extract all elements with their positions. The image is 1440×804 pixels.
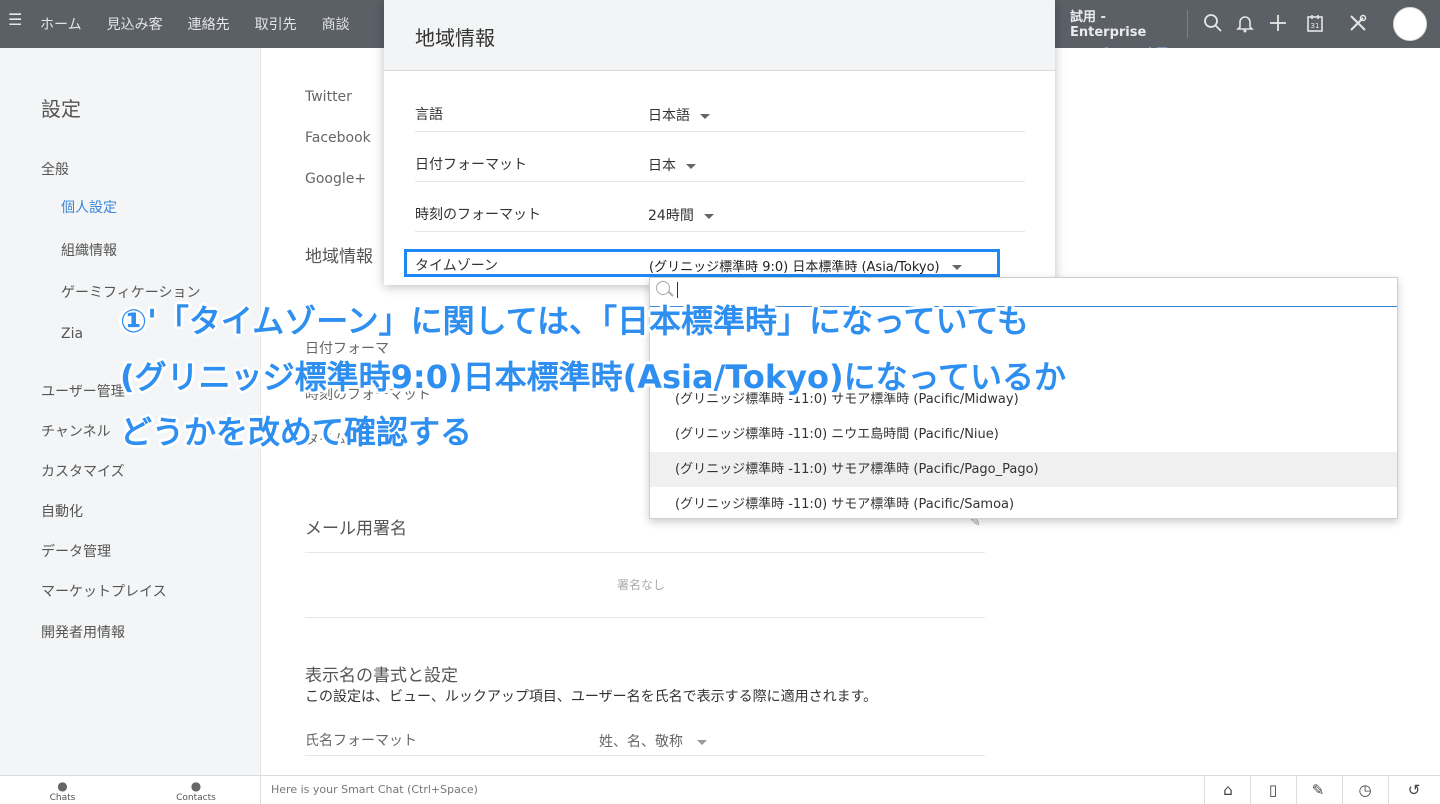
chat-bubble-icon: ● bbox=[57, 779, 68, 793]
svg-text:31: 31 bbox=[1311, 22, 1320, 30]
settings-tools-icon[interactable] bbox=[1347, 13, 1369, 35]
contacts-button[interactable]: ● Contacts bbox=[170, 776, 222, 803]
divider bbox=[1296, 776, 1297, 804]
plus-icon[interactable] bbox=[1267, 13, 1289, 35]
divider bbox=[415, 131, 1025, 132]
time-format-label: 時刻のフォーマット bbox=[415, 207, 541, 223]
timezone-row-highlight[interactable]: タイムゾーン (グリニッジ標準時 9:0) 日本標準時 (Asia/Tokyo) bbox=[404, 249, 1000, 277]
language-value: 日本語 bbox=[648, 108, 690, 124]
sidebar-item-automation[interactable]: 自動化 bbox=[41, 501, 83, 521]
divider bbox=[415, 181, 1025, 182]
avatar[interactable] bbox=[1393, 7, 1427, 41]
modal-title: 地域情報 bbox=[415, 26, 495, 50]
sidebar-item-zia[interactable]: Zia bbox=[61, 326, 83, 342]
name-format-label: 氏名フォーマット bbox=[305, 733, 417, 749]
timezone-value: (グリニッジ標準時 9:0) 日本標準時 (Asia/Tokyo) bbox=[649, 260, 940, 275]
sidebar-item-developer[interactable]: 開発者用情報 bbox=[41, 622, 125, 642]
divider bbox=[260, 776, 261, 804]
nav-leads[interactable]: 見込み客 bbox=[107, 14, 163, 34]
person-icon: ● bbox=[190, 779, 202, 793]
social-google: Google+ bbox=[305, 171, 367, 187]
contacts-label: Contacts bbox=[176, 793, 216, 803]
time-format-select[interactable]: 24時間 bbox=[648, 205, 714, 225]
chevron-down-icon bbox=[951, 265, 962, 270]
divider bbox=[305, 617, 985, 618]
menu-icon[interactable]: ☰ bbox=[8, 12, 24, 28]
gamepad-icon[interactable]: ⌂ bbox=[1218, 780, 1238, 800]
language-select[interactable]: 日本語 bbox=[648, 105, 710, 125]
social-facebook: Facebook bbox=[305, 130, 371, 146]
calendar-icon[interactable]: 31 bbox=[1304, 13, 1326, 35]
date-format-select[interactable]: 日本 bbox=[648, 155, 696, 175]
nav-deals[interactable]: 商談 bbox=[322, 14, 350, 34]
signature-empty-text: 署名なし bbox=[617, 578, 666, 592]
main-nav: ホーム 見込み客 連絡先 取引先 商談 bbox=[40, 0, 375, 48]
sidebar-item-customize[interactable]: カスタマイズ bbox=[41, 461, 125, 481]
locale-modal: 地域情報 言語 日本語 日付フォーマット 日本 時刻のフォーマット 24時間 bbox=[384, 0, 1055, 285]
sidebar-item-users[interactable]: ユーザー管理 bbox=[41, 381, 125, 401]
nav-contacts[interactable]: 連絡先 bbox=[188, 14, 230, 34]
divider bbox=[415, 231, 1025, 232]
chevron-down-icon bbox=[686, 163, 696, 169]
chevron-down-icon bbox=[697, 739, 707, 745]
social-twitter: Twitter bbox=[305, 89, 352, 105]
language-label: 言語 bbox=[415, 107, 443, 123]
divider bbox=[1342, 776, 1343, 804]
display-name-title: 表示名の書式と設定 bbox=[305, 666, 458, 686]
timezone-option[interactable]: (グリニッジ標準時 -11:0) ニウエ島時間 (Pacific/Niue) bbox=[650, 417, 1397, 452]
sidebar-group-general[interactable]: 全般 bbox=[41, 159, 69, 179]
name-format-select[interactable]: 姓、名、敬称 bbox=[599, 731, 707, 751]
divider bbox=[1388, 776, 1389, 804]
sidebar-item-company-details[interactable]: 組織情報 bbox=[61, 240, 117, 260]
timezone-option[interactable]: (グリニッジ標準時 -11:0) サモア標準時 (Pacific/Samoa) bbox=[650, 487, 1397, 518]
translate-icon[interactable]: ✎ bbox=[1308, 780, 1328, 800]
time-format-value: 24時間 bbox=[648, 208, 694, 224]
sidebar-item-data-admin[interactable]: データ管理 bbox=[41, 541, 111, 561]
chevron-down-icon bbox=[700, 113, 710, 119]
sidebar-item-marketplace[interactable]: マーケットプレイス bbox=[41, 581, 167, 601]
locale-section-title: 地域情報 bbox=[305, 247, 373, 267]
annotation-line-2: (グリニッジ標準時9:0)日本標準時(Asia/Tokyo)になっているか bbox=[120, 358, 1066, 396]
chats-label: Chats bbox=[49, 793, 76, 803]
nav-home[interactable]: ホーム bbox=[40, 14, 82, 34]
plan-label: 試用 - Enterprise bbox=[1070, 10, 1147, 40]
timezone-label: タイムゾーン bbox=[415, 258, 499, 274]
divider bbox=[305, 552, 985, 553]
alarm-icon[interactable]: ◷ bbox=[1355, 780, 1375, 800]
date-format-label: 日付フォーマット bbox=[415, 157, 527, 173]
divider bbox=[1250, 776, 1251, 804]
search-icon[interactable] bbox=[1202, 13, 1224, 35]
divider bbox=[1187, 10, 1188, 38]
modal-header: 地域情報 bbox=[384, 0, 1055, 71]
display-name-description: この設定は、ビュー、ルックアップ項目、ユーザー名を氏名で表示する際に適用されます… bbox=[305, 689, 878, 705]
history-icon[interactable]: ↺ bbox=[1404, 780, 1424, 800]
nav-accounts[interactable]: 取引先 bbox=[255, 14, 297, 34]
bottom-bar: ● Chats ● Contacts Here is your Smart Ch… bbox=[0, 775, 1440, 804]
annotation-line-1: ①'「タイムゾーン」に関しては、「日本標準時」になっていても bbox=[120, 302, 1029, 340]
date-format-value: 日本 bbox=[648, 158, 676, 174]
timezone-select[interactable]: (グリニッジ標準時 9:0) 日本標準時 (Asia/Tokyo) bbox=[649, 256, 962, 275]
sidebar-item-channels[interactable]: チャンネル bbox=[41, 421, 111, 441]
chats-button[interactable]: ● Chats bbox=[40, 776, 85, 803]
name-format-value: 姓、名、敬称 bbox=[599, 734, 683, 750]
divider bbox=[305, 755, 985, 756]
sidebar-item-personal-settings[interactable]: 個人設定 bbox=[61, 197, 117, 217]
divider bbox=[1204, 776, 1205, 804]
note-icon[interactable]: ▯ bbox=[1263, 780, 1283, 800]
sidebar-title: 設定 bbox=[41, 97, 81, 121]
search-icon bbox=[656, 281, 670, 295]
smart-chat-input[interactable]: Here is your Smart Chat (Ctrl+Space) bbox=[271, 783, 478, 796]
chevron-down-icon bbox=[703, 213, 714, 219]
timezone-option-highlighted[interactable]: (グリニッジ標準時 -11:0) サモア標準時 (Pacific/Pago_Pa… bbox=[650, 452, 1397, 487]
signature-title: メール用署名 bbox=[305, 519, 407, 539]
bell-icon[interactable] bbox=[1234, 13, 1256, 35]
annotation-line-3: どうかを改めて確認する bbox=[120, 413, 473, 451]
